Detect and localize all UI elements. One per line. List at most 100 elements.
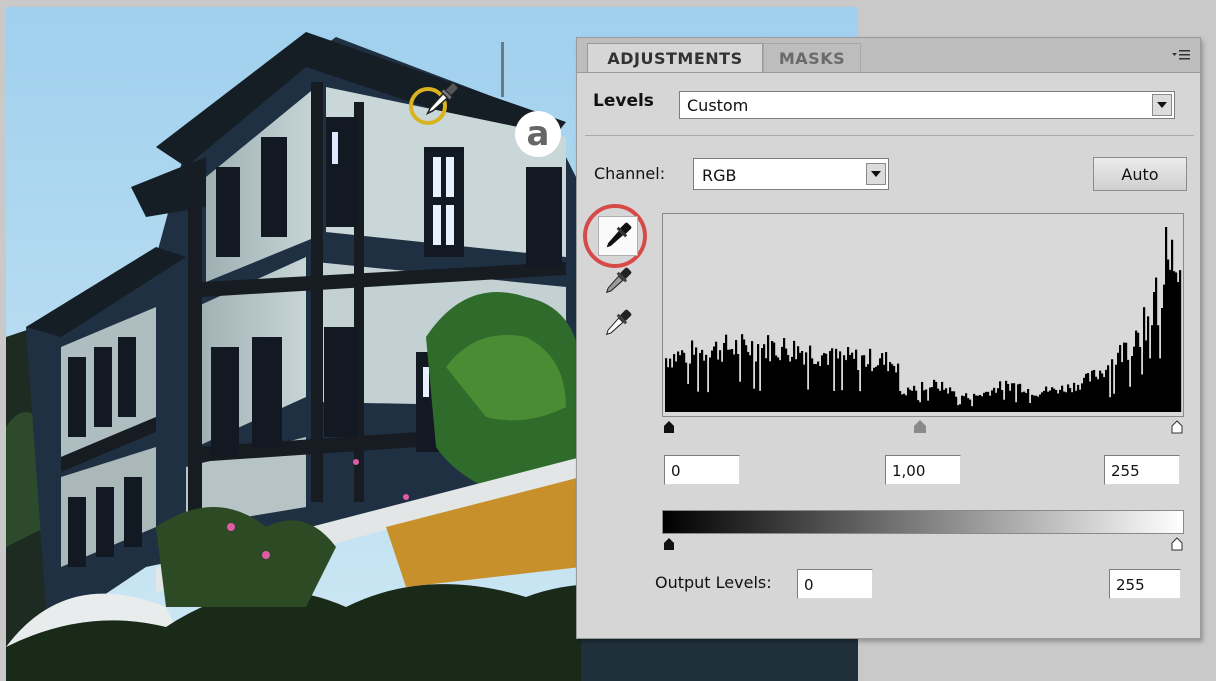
histogram-bar [1087, 373, 1090, 412]
input-gamma-field[interactable]: 1,00 [885, 455, 961, 485]
histogram-bar [1009, 390, 1012, 412]
histogram-bar [951, 391, 954, 412]
histogram-bar [1127, 359, 1130, 412]
auto-button[interactable]: Auto [1093, 157, 1187, 191]
histogram-bar [1107, 365, 1110, 412]
histogram-bar [887, 371, 890, 412]
input-white-field[interactable]: 255 [1104, 455, 1180, 485]
histogram-bar [971, 406, 974, 412]
histogram-bar [711, 350, 714, 412]
histogram-bar [737, 354, 740, 412]
histogram-bar [787, 355, 790, 412]
histogram-bar [931, 387, 934, 412]
chevron-down-icon[interactable] [866, 163, 886, 185]
tab-adjustments[interactable]: ADJUSTMENTS [587, 43, 763, 72]
histogram-bar [1105, 369, 1108, 412]
input-black-field[interactable]: 0 [664, 455, 740, 485]
histogram-bar [937, 388, 940, 412]
histogram-bar [1039, 394, 1042, 412]
output-white-field[interactable]: 255 [1109, 569, 1181, 599]
histogram-bar [1007, 383, 1010, 412]
histogram-bar [691, 340, 694, 412]
histogram-bar [933, 379, 936, 412]
black-point-eyedropper-icon[interactable] [598, 216, 638, 256]
histogram-bar [843, 355, 846, 412]
histogram-bar [839, 351, 842, 412]
white-point-eyedropper-icon[interactable] [599, 304, 639, 344]
histogram-bar [783, 338, 786, 412]
histogram-bar [1043, 390, 1046, 412]
histogram-bar [759, 390, 762, 412]
histogram-bar [1029, 403, 1032, 412]
histogram-bar [1097, 379, 1100, 412]
histogram-bar [1103, 377, 1106, 412]
histogram-bar [939, 390, 942, 412]
chevron-down-icon[interactable] [1152, 94, 1172, 116]
histogram-bar [785, 348, 788, 412]
histogram-bar [1045, 386, 1048, 412]
panel-menu-icon[interactable] [1170, 48, 1192, 64]
histogram-bar [723, 342, 726, 412]
histogram-bar [1067, 384, 1070, 412]
histogram-bar [1115, 364, 1118, 412]
histogram-bar [771, 340, 774, 412]
histogram-bar [899, 391, 902, 412]
output-black-slider-handle [664, 538, 674, 550]
histogram-bar [1109, 397, 1112, 412]
histogram-bar [879, 358, 882, 412]
histogram-bar [1173, 271, 1176, 412]
histogram-bar [1049, 390, 1052, 412]
histogram-bar [735, 340, 738, 412]
histogram-bar [687, 383, 690, 412]
histogram-bar [985, 391, 988, 412]
histogram-bar [851, 352, 854, 412]
histogram-bar [853, 358, 856, 412]
histogram-bar [891, 364, 894, 412]
histogram-bar [827, 364, 830, 412]
preset-dropdown[interactable]: Custom [679, 91, 1175, 119]
histogram-bar [1051, 387, 1054, 412]
histogram-bar [773, 342, 776, 412]
histogram-bar [1019, 383, 1022, 412]
histogram-bar [1151, 325, 1154, 412]
input-levels-slider[interactable] [662, 417, 1184, 435]
histogram-bar [689, 363, 692, 412]
histogram-bar [1059, 389, 1062, 412]
histogram-bar [789, 361, 792, 412]
histogram-bar [969, 399, 972, 412]
histogram-bar [799, 352, 802, 412]
histogram-bar [667, 367, 670, 412]
histogram-bar [1091, 370, 1094, 412]
histogram-bar [749, 355, 752, 412]
histogram-bar [1061, 385, 1064, 412]
histogram-bar [1119, 345, 1122, 412]
histogram-bar [935, 381, 938, 412]
histogram-bar [1179, 270, 1182, 412]
histogram-bar [721, 361, 724, 412]
gray-point-eyedropper-icon[interactable] [599, 262, 639, 302]
adjustment-title: Levels [593, 91, 654, 111]
histogram-bar [1133, 346, 1136, 412]
levels-histogram [662, 213, 1184, 417]
histogram-bar [693, 354, 696, 412]
histogram-bar [1073, 382, 1076, 412]
histogram-bar [731, 349, 734, 412]
histogram-bar [959, 404, 962, 412]
tab-masks[interactable]: MASKS [763, 43, 861, 72]
output-black-field[interactable]: 0 [797, 569, 873, 599]
histogram-bar [997, 388, 1000, 412]
output-levels-slider[interactable] [662, 534, 1184, 552]
histogram-bar [847, 347, 850, 412]
histogram-bar [923, 390, 926, 412]
histogram-bar [1161, 307, 1164, 412]
histogram-bar [883, 364, 886, 412]
histogram-bar [831, 348, 834, 412]
histogram-bar [817, 361, 820, 412]
histogram-bar [1031, 394, 1034, 412]
histogram-bar [855, 349, 858, 412]
channel-dropdown[interactable]: RGB [693, 158, 889, 190]
histogram-bar [837, 358, 840, 412]
histogram-bar [901, 394, 904, 412]
histogram-bar [765, 358, 768, 412]
histogram-bar [685, 362, 688, 412]
